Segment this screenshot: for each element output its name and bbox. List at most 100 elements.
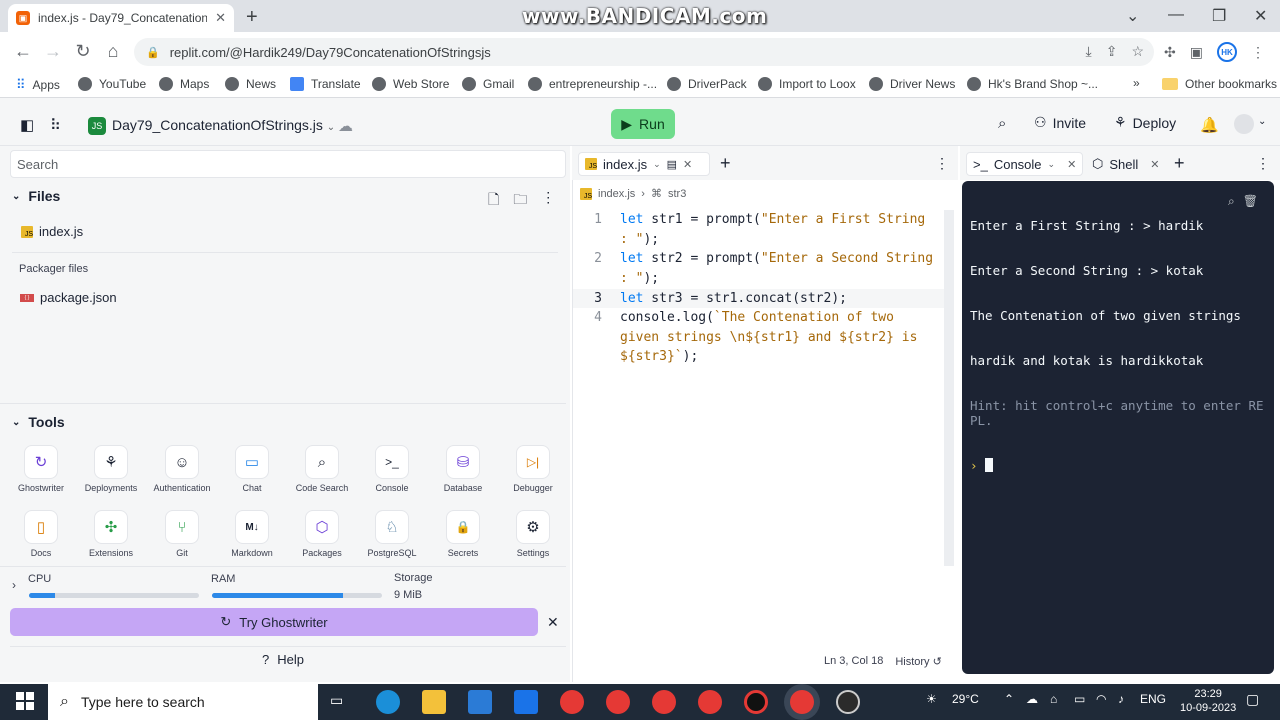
other-bookmarks-folder[interactable]: Other bookmarks (1162, 77, 1277, 91)
new-console-tab-button[interactable]: + (1174, 153, 1185, 174)
run-button[interactable]: ▶ Run (611, 109, 675, 139)
bookmark-hks-brand-shop[interactable]: Hk's Brand Shop ~... (967, 77, 1098, 91)
console-more-icon[interactable]: ⋮ (1256, 155, 1270, 172)
more-bookmarks-button[interactable]: » (1133, 76, 1140, 90)
forward-button[interactable]: → (42, 41, 64, 62)
home-button[interactable]: ⌂ (102, 41, 124, 62)
tool-markdown[interactable]: M↓ Markdown (217, 510, 287, 558)
tool-settings[interactable]: ⚙ Settings (498, 510, 568, 558)
file-explorer-icon[interactable] (422, 690, 446, 714)
resources-expand-icon[interactable]: › (12, 578, 16, 592)
deploy-button[interactable]: ⚘ Deploy (1114, 114, 1176, 131)
close-tab-icon[interactable]: ✕ (1067, 158, 1076, 171)
close-tab-icon[interactable]: ✕ (683, 158, 692, 171)
bookmark-web-store[interactable]: Web Store (372, 77, 449, 91)
new-file-icon[interactable]: 🗋 (488, 189, 499, 213)
mail-icon[interactable] (514, 690, 538, 714)
editor-tab-index-js[interactable]: JS index.js ⌄ ▤ ✕ (578, 152, 710, 176)
tool-authentication[interactable]: ☺ Authentication (147, 445, 217, 493)
bandicam-record-icon[interactable] (744, 690, 768, 714)
notification-center-icon[interactable]: ▢ (1246, 691, 1259, 708)
bookmark-translate[interactable]: Translate (290, 77, 361, 91)
replit-menu-icon[interactable]: ⠷ (50, 116, 61, 134)
taskbar-clock[interactable]: 23:29 10-09-2023 (1180, 687, 1236, 715)
bookmark-news[interactable]: News (225, 77, 276, 91)
close-window-button[interactable]: ✕ (1254, 6, 1267, 26)
weather-icon[interactable]: ☀ (926, 692, 937, 706)
sidebar-toggle-icon[interactable]: ◧ (20, 116, 34, 134)
omnibox[interactable]: 🔒 replit.com/@Hardik249/Day79Concatenati… (134, 38, 1154, 66)
extensions-puzzle-icon[interactable]: ✣ (1164, 44, 1176, 61)
bookmark-gmail[interactable]: Gmail (462, 77, 514, 91)
chrome-icon-active[interactable] (790, 690, 814, 714)
onedrive-icon[interactable]: ☁ (1026, 692, 1038, 706)
tab-search-chevron-icon[interactable]: ⌄ (1126, 6, 1139, 26)
tool-ghostwriter[interactable]: ↻ Ghostwriter (6, 445, 76, 493)
tool-docs[interactable]: ▯ Docs (6, 510, 76, 558)
network-icon[interactable]: ⌂ (1050, 692, 1057, 706)
console-prompt-line[interactable]: › (970, 458, 1268, 473)
tool-git[interactable]: ⑂ Git (147, 510, 217, 558)
files-section-header[interactable]: ⌄ Files (12, 188, 60, 204)
tool-postgresql[interactable]: ♘ PostgreSQL (357, 510, 427, 558)
close-tab-icon[interactable]: ✕ (1150, 158, 1159, 171)
install-app-icon[interactable]: ⤓ (1086, 43, 1092, 60)
profile-avatar[interactable]: HK (1216, 42, 1237, 62)
taskbar-search-input[interactable]: ⌕ Type here to search (48, 684, 318, 720)
search-icon[interactable]: ⌕ (1228, 194, 1235, 209)
wifi-icon[interactable]: ◠ (1096, 692, 1106, 706)
media-player-icon[interactable] (836, 690, 860, 714)
tool-deployments[interactable]: ⚘ Deployments (76, 445, 146, 493)
volume-icon[interactable]: ♪ (1118, 692, 1124, 706)
invite-button[interactable]: ⚇ Invite (1034, 114, 1086, 131)
tool-packages[interactable]: ⬡ Packages (287, 510, 357, 558)
chrome-menu-icon[interactable]: ⋮ (1251, 44, 1265, 61)
share-icon[interactable]: ⇪ (1106, 43, 1118, 60)
try-ghostwriter-button[interactable]: ↻ Try Ghostwriter (10, 608, 538, 636)
bookmark-star-icon[interactable]: ☆ (1131, 43, 1144, 60)
bookmark-driver-news[interactable]: Driver News (869, 77, 955, 91)
notifications-bell-icon[interactable]: 🔔 (1200, 116, 1219, 134)
tool-code-search[interactable]: ⌕ Code Search (287, 445, 357, 493)
search-icon[interactable]: ⌕ (998, 115, 1006, 132)
split-view-icon[interactable]: ▤ (667, 158, 677, 171)
temperature-text[interactable]: 29°C (952, 692, 979, 706)
chrome-icon[interactable] (560, 690, 584, 714)
tool-debugger[interactable]: ▷| Debugger (498, 445, 568, 493)
restore-window-button[interactable]: ❐ (1212, 6, 1226, 26)
editor-scrollbar[interactable] (944, 210, 954, 566)
task-view-icon[interactable]: ▭ (330, 692, 354, 716)
tool-chat[interactable]: ▭ Chat (217, 445, 287, 493)
new-folder-icon[interactable]: 🗀 (513, 189, 527, 213)
tool-extensions[interactable]: ✣ Extensions (76, 510, 146, 558)
repl-name[interactable]: Day79_ConcatenationOfStrings.js ⌄ (112, 117, 335, 133)
search-input[interactable]: Search (10, 150, 566, 178)
file-item-index-js[interactable]: JS index.js (21, 224, 83, 239)
back-button[interactable]: ← (12, 41, 34, 62)
minimize-window-button[interactable]: — (1168, 6, 1184, 24)
tab-console[interactable]: >_ Console ⌄ ✕ (966, 152, 1084, 176)
close-tab-icon[interactable]: ✕ (215, 10, 226, 26)
language-indicator[interactable]: ENG (1140, 692, 1166, 706)
file-item-package-json[interactable]: { } package.json (20, 290, 117, 305)
chrome-icon[interactable] (652, 690, 676, 714)
editor-more-icon[interactable]: ⋮ (935, 155, 949, 172)
chrome-icon[interactable] (698, 690, 722, 714)
edge-browser-icon[interactable] (376, 690, 400, 714)
side-panel-icon[interactable]: ▣ (1190, 44, 1203, 61)
browser-tab[interactable]: ▣ index.js - Day79_ConcatenationO ✕ (8, 4, 234, 32)
bookmark-driverpack[interactable]: DriverPack (667, 77, 747, 91)
battery-icon[interactable]: ▭ (1074, 692, 1085, 706)
new-tab-button[interactable]: + (246, 6, 258, 29)
windows-start-icon[interactable] (16, 692, 34, 710)
user-avatar[interactable] (1234, 114, 1254, 134)
show-hidden-icons-icon[interactable]: ⌃ (1004, 692, 1014, 706)
bookmark-import-to-loox[interactable]: Import to Loox (758, 77, 856, 91)
tools-section-header[interactable]: ⌄ Tools (12, 414, 65, 430)
tool-secrets[interactable]: 🔒 Secrets (428, 510, 498, 558)
bookmark-apps[interactable]: ⠿ Apps (16, 77, 60, 93)
chrome-icon[interactable] (606, 690, 630, 714)
tool-console[interactable]: >_ Console (357, 445, 427, 493)
chevron-down-icon[interactable]: ⌄ (1258, 116, 1266, 127)
tool-database[interactable]: ⛁ Database (428, 445, 498, 493)
